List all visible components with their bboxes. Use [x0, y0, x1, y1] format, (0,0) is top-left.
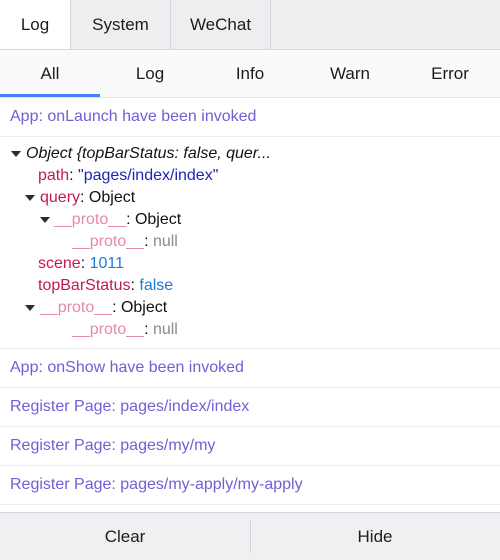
disclosure-triangle-icon[interactable]: [11, 151, 21, 157]
tree-node-root-proto[interactable]: __proto__: Object: [10, 297, 488, 319]
hide-button[interactable]: Hide: [250, 513, 500, 560]
tree-value-topbarstatus: false: [139, 277, 174, 294]
tree-value-root-proto-proto: null: [152, 321, 178, 338]
tree-separator: :: [126, 211, 135, 228]
panel-tab-filler: [271, 0, 500, 49]
tree-key-query: query: [40, 189, 81, 206]
active-tab-underline: [0, 94, 100, 97]
tree-separator: :: [144, 321, 153, 338]
tree-node-topbarstatus: topBarStatus: false: [10, 275, 488, 297]
debug-console: Log System WeChat All Log Info Warn Erro…: [0, 0, 500, 560]
tree-value-scene: 1011: [89, 255, 124, 272]
filter-tab-log-label: Log: [135, 63, 165, 83]
log-entry-object-tree[interactable]: Object {topBarStatus: false, quer... pat…: [0, 137, 500, 349]
tree-node-query-proto[interactable]: __proto__: Object: [10, 209, 488, 231]
action-bar-divider: [250, 520, 251, 553]
log-entry-text: App: onLaunch have been invoked: [10, 108, 257, 125]
log-entry-list[interactable]: App: onLaunch have been invoked Object {…: [0, 98, 500, 512]
filter-tab-error-label: Error: [431, 63, 469, 83]
log-entry[interactable]: App: onShow have been invoked: [0, 349, 500, 388]
log-entry-text: App: onShow have been invoked: [10, 359, 244, 376]
tree-node-root-proto-proto: __proto__: null: [10, 319, 488, 341]
tree-node-scene: scene: 1011: [10, 253, 488, 275]
log-entry-text: Register Page: pages/index/index: [10, 398, 250, 415]
tree-separator: :: [112, 299, 121, 316]
tree-value-query-proto: Object: [134, 211, 182, 228]
disclosure-triangle-icon[interactable]: [40, 217, 50, 223]
tree-separator: :: [80, 189, 89, 206]
tree-key-query-proto: __proto__: [54, 211, 127, 228]
panel-tab-wechat-label: WeChat: [189, 14, 252, 34]
panel-tab-log[interactable]: Log: [0, 0, 71, 49]
filter-tab-info[interactable]: Info: [200, 50, 300, 97]
tree-separator: :: [144, 233, 153, 250]
log-entry-text: Register Page: pages/my/my: [10, 437, 216, 454]
tree-key-root-proto: __proto__: [40, 299, 113, 316]
tree-node-root-label: Object {topBarStatus: false, quer...: [26, 145, 271, 162]
disclosure-triangle-icon[interactable]: [25, 195, 35, 201]
panel-tab-bar: Log System WeChat: [0, 0, 500, 50]
tree-key-scene: scene: [38, 255, 81, 272]
filter-tab-all[interactable]: All: [0, 50, 100, 97]
tree-value-root-proto: Object: [120, 299, 168, 316]
hide-button-label: Hide: [357, 526, 393, 546]
tree-key-topbarstatus: topBarStatus: [38, 277, 131, 294]
log-entry[interactable]: Register Page: pages/my/my: [0, 427, 500, 466]
panel-tab-system-label: System: [92, 14, 149, 34]
clear-button-label: Clear: [104, 526, 146, 546]
log-entry-text: Register Page: pages/my-apply/my-apply: [10, 476, 303, 493]
tree-node-query-proto-proto: __proto__: null: [10, 231, 488, 253]
tree-key-path: path: [38, 167, 70, 184]
filter-tab-warn[interactable]: Warn: [300, 50, 400, 97]
filter-tab-warn-label: Warn: [330, 63, 370, 83]
filter-tab-all-label: All: [40, 63, 60, 83]
filter-tab-info-label: Info: [235, 63, 265, 83]
tree-value-path: "pages/index/index": [78, 167, 219, 184]
disclosure-triangle-icon[interactable]: [25, 305, 35, 311]
tree-value-query-proto-proto: null: [152, 233, 178, 250]
panel-tab-log-label: Log: [20, 14, 50, 34]
clear-button[interactable]: Clear: [0, 513, 250, 560]
filter-tab-error[interactable]: Error: [400, 50, 500, 97]
tree-node-path: path: "pages/index/index": [10, 165, 488, 187]
panel-tab-system[interactable]: System: [71, 0, 171, 49]
log-entry[interactable]: App: onLaunch have been invoked: [0, 98, 500, 137]
filter-tab-log[interactable]: Log: [100, 50, 200, 97]
tree-node-query[interactable]: query: Object: [10, 187, 488, 209]
tree-node-root[interactable]: Object {topBarStatus: false, quer...: [10, 143, 488, 165]
log-entry[interactable]: Register Page: pages/index/index: [0, 388, 500, 427]
tree-key-root-proto-proto: __proto__: [72, 321, 145, 338]
tree-value-query: Object: [88, 189, 136, 206]
tree-separator: :: [80, 255, 90, 272]
panel-tab-wechat[interactable]: WeChat: [171, 0, 271, 49]
log-entry[interactable]: Register Page: pages/my-apply/my-apply: [0, 466, 500, 505]
log-level-filter-bar: All Log Info Warn Error: [0, 50, 500, 98]
tree-separator: :: [69, 167, 79, 184]
console-action-bar: Clear Hide: [0, 512, 500, 560]
tree-key-query-proto-proto: __proto__: [72, 233, 145, 250]
